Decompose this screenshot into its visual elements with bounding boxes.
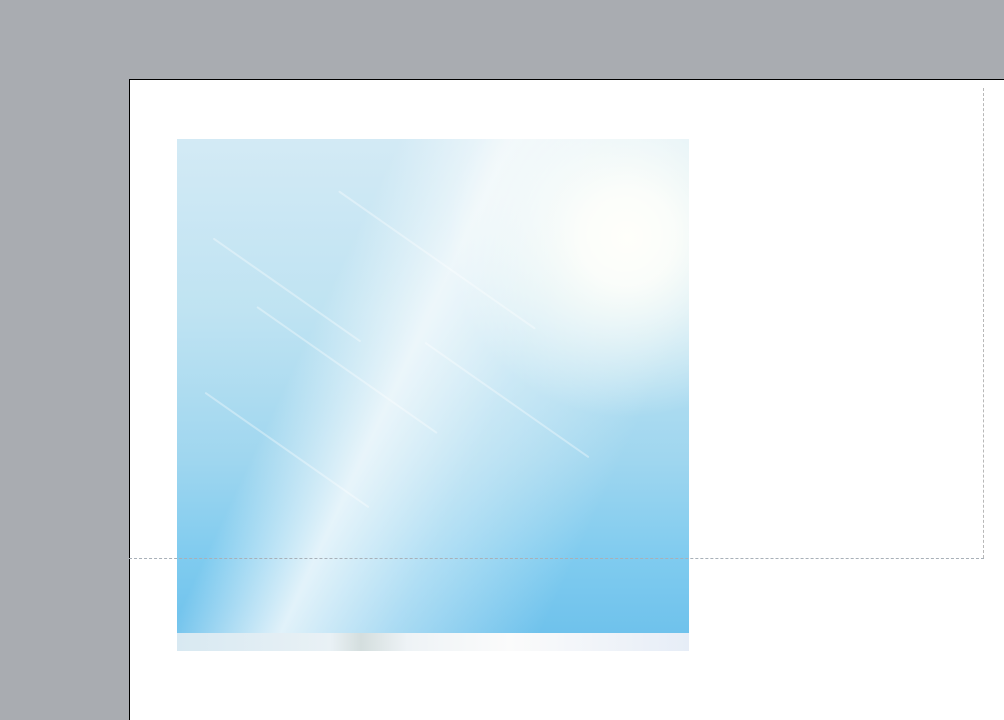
vertical-guide-line[interactable]: [983, 88, 984, 558]
horizontal-guide-line[interactable]: [129, 558, 984, 559]
image-tile-strip: [177, 633, 689, 651]
